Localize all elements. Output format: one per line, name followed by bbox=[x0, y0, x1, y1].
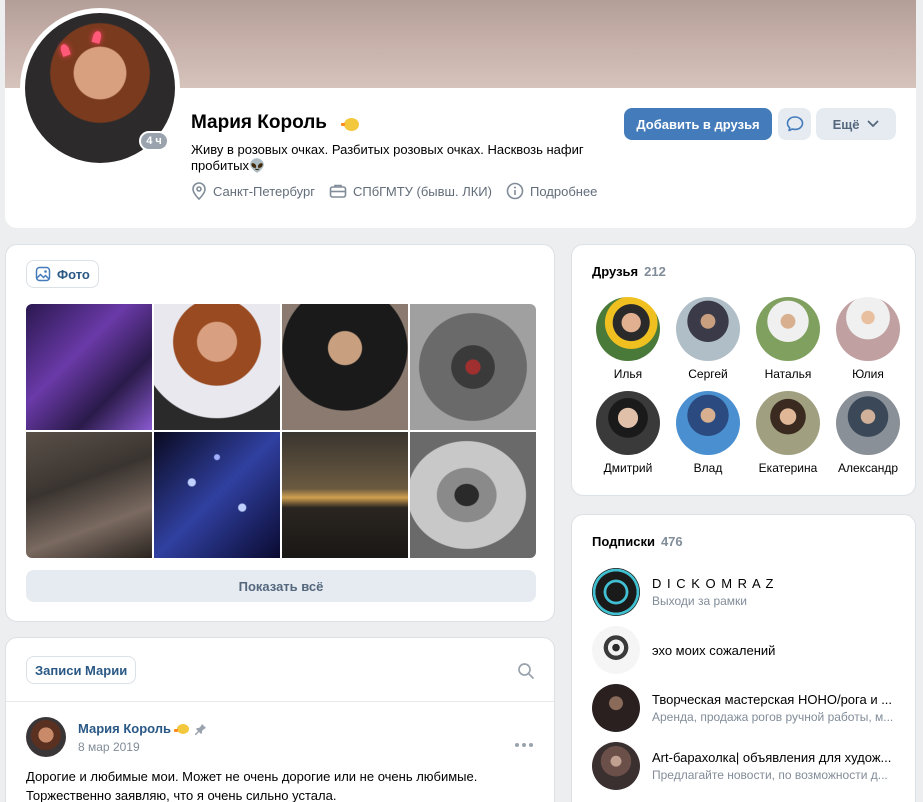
photo-thumbnail[interactable] bbox=[154, 432, 280, 558]
friend-item[interactable]: Наталья bbox=[748, 297, 828, 381]
subscription-name: Творческая мастерская НОНО/рога и ... bbox=[652, 692, 893, 707]
subscription-item[interactable]: эхо моих сожалений bbox=[592, 626, 902, 674]
photo-thumbnail[interactable] bbox=[410, 304, 536, 430]
wall-tab[interactable]: Записи Марии bbox=[26, 656, 137, 684]
profile-status: Живу в розовых очках. Разбитых розовых о… bbox=[191, 142, 584, 173]
post-menu-button[interactable] bbox=[515, 734, 533, 752]
photo-thumbnail[interactable] bbox=[26, 304, 152, 430]
more-dots-icon bbox=[515, 743, 533, 747]
chick-emoji-icon bbox=[174, 723, 190, 734]
photos-label: Фото bbox=[57, 266, 90, 282]
subscription-avatar bbox=[592, 568, 640, 616]
friends-count: 212 bbox=[644, 264, 666, 279]
horn-decoration bbox=[59, 42, 71, 58]
subscription-desc: Аренда, продажа рогов ручной работы, м..… bbox=[652, 710, 894, 724]
more-button[interactable]: Ещё bbox=[816, 108, 896, 140]
friends-title: Друзья bbox=[592, 264, 639, 279]
location-icon bbox=[192, 182, 206, 200]
more-info-label: Подробнее bbox=[529, 183, 598, 199]
photo-thumbnail[interactable] bbox=[154, 304, 280, 430]
education-info[interactable]: СПбГМТУ (бывш. ЛКИ) bbox=[329, 183, 492, 199]
subscription-item[interactable]: Творческая мастерская НОНО/рога и ... Аре… bbox=[592, 684, 902, 732]
friends-list: Илья Сергей Наталья Юлия Дмитрий Влад Ек… bbox=[588, 297, 908, 475]
subscription-desc: Предлагайте новости, по возможности д... bbox=[652, 768, 888, 782]
photo-thumbnail[interactable] bbox=[410, 432, 536, 558]
friend-item[interactable]: Юлия bbox=[828, 297, 908, 381]
subscriptions-title: Подписки bbox=[592, 534, 655, 549]
more-info-link[interactable]: Подробнее bbox=[506, 182, 597, 200]
briefcase-icon bbox=[329, 184, 347, 198]
subscription-avatar bbox=[592, 684, 640, 732]
subscription-avatar bbox=[592, 626, 640, 674]
subscription-name: Art-барахолка| объявления для худож... bbox=[652, 750, 892, 765]
profile-name: Мария Король bbox=[191, 112, 327, 133]
subscriptions-count: 476 bbox=[660, 534, 683, 549]
friend-item[interactable]: Сергей bbox=[668, 297, 748, 381]
pin-icon bbox=[195, 723, 207, 735]
photo-icon bbox=[35, 266, 51, 282]
chick-emoji-icon bbox=[341, 116, 359, 134]
friend-avatar bbox=[596, 391, 660, 455]
post-author[interactable]: Мария Король bbox=[78, 721, 207, 736]
friend-avatar bbox=[756, 391, 820, 455]
post-author-avatar[interactable] bbox=[26, 717, 66, 757]
subscription-desc: Выходи за рамки bbox=[652, 594, 748, 608]
message-icon bbox=[786, 116, 803, 132]
photo-thumbnail[interactable] bbox=[282, 432, 408, 558]
friend-item[interactable]: Екатерина bbox=[748, 391, 828, 475]
last-seen-badge: 4 ч bbox=[139, 131, 169, 151]
post-text: Дорогие и любимые мои. Может не очень до… bbox=[26, 769, 478, 802]
friend-avatar bbox=[836, 297, 900, 361]
friend-item[interactable]: Влад bbox=[668, 391, 748, 475]
wall-block: Записи Марии Мария Король 8 мар 2019 Дор… bbox=[5, 637, 555, 802]
horn-decoration bbox=[91, 30, 103, 44]
divider bbox=[6, 701, 554, 702]
friend-avatar bbox=[596, 297, 660, 361]
friend-item[interactable]: Дмитрий bbox=[588, 391, 668, 475]
subscription-avatar bbox=[592, 742, 640, 790]
subscriptions-block: Подписки 476 D I C K O M R A Z Выходи за р… bbox=[571, 514, 916, 802]
show-all-photos-button[interactable]: Показать всё bbox=[26, 570, 536, 602]
subscription-item[interactable]: D I C K O M R A Z Выходи за рамки bbox=[592, 568, 902, 616]
chevron-down-icon bbox=[868, 120, 879, 127]
post-author-name: Мария Король bbox=[78, 721, 172, 736]
photo-thumbnail[interactable] bbox=[26, 432, 152, 558]
subscriptions-header[interactable]: Подписки 476 bbox=[592, 534, 683, 549]
more-label: Ещё bbox=[832, 116, 860, 132]
university-label: СПбГМТУ (бывш. ЛКИ) bbox=[352, 183, 492, 199]
friend-avatar bbox=[836, 391, 900, 455]
city-label: Санкт-Петербург bbox=[213, 183, 315, 199]
wall-search-button[interactable] bbox=[517, 662, 535, 685]
city-info[interactable]: Санкт-Петербург bbox=[191, 182, 315, 200]
friends-header[interactable]: Друзья 212 bbox=[592, 264, 666, 279]
message-button[interactable] bbox=[778, 108, 811, 140]
subscription-name: D I C K O M R A Z bbox=[652, 576, 775, 591]
photos-block: Фото Показать всё bbox=[5, 244, 555, 622]
friend-item[interactable]: Илья bbox=[588, 297, 668, 381]
friend-avatar bbox=[676, 297, 740, 361]
photo-thumbnail[interactable] bbox=[282, 304, 408, 430]
friend-avatar bbox=[676, 391, 740, 455]
friend-avatar bbox=[756, 297, 820, 361]
friend-item[interactable]: Александр bbox=[828, 391, 908, 475]
photos-tab[interactable]: Фото bbox=[26, 260, 99, 288]
friends-block: Друзья 212 Илья Сергей Наталья Юлия Дмитр… bbox=[571, 244, 916, 496]
subscription-name: эхо моих сожалений bbox=[652, 642, 776, 658]
info-icon bbox=[506, 182, 524, 200]
subscription-item[interactable]: Art-барахолка| объявления для худож... Пр… bbox=[592, 742, 902, 790]
add-friend-button[interactable]: Добавить в друзья bbox=[624, 108, 772, 140]
photo-grid bbox=[26, 304, 536, 558]
post-date[interactable]: 8 мар 2019 bbox=[78, 740, 140, 754]
profile-info-row: Санкт-Петербург СПбГМТУ (бывш. ЛКИ) Подр… bbox=[191, 182, 611, 200]
search-icon bbox=[518, 663, 534, 679]
